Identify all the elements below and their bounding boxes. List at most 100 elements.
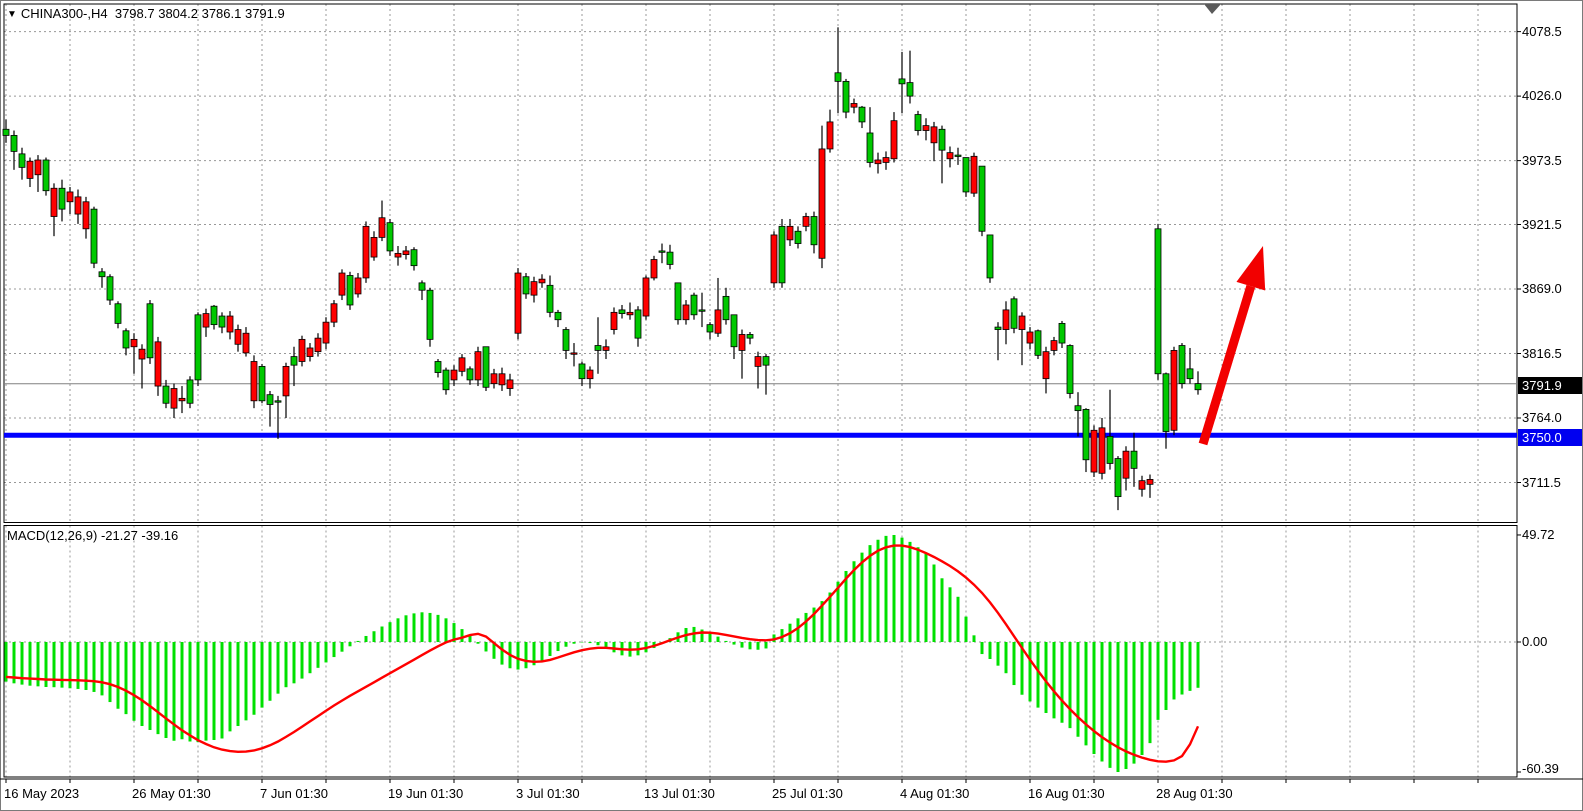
candle-body xyxy=(251,361,257,400)
candle-body xyxy=(915,115,921,131)
candle-body xyxy=(187,380,193,403)
candle-body xyxy=(875,160,881,164)
candle-body xyxy=(1187,369,1193,379)
candle-body xyxy=(891,121,897,159)
candle-body xyxy=(659,251,665,252)
candle-body xyxy=(899,79,905,84)
candle-body xyxy=(427,290,433,339)
candle-body xyxy=(515,273,521,333)
candle-body xyxy=(379,218,385,238)
candle-body xyxy=(1139,481,1145,490)
candle-body xyxy=(1099,428,1105,473)
price-axis-label: 3711.5 xyxy=(1522,475,1561,490)
candle-body xyxy=(835,73,841,82)
candle-body xyxy=(579,364,585,379)
candle-body xyxy=(355,278,361,294)
time-axis-label: 3 Jul 01:30 xyxy=(516,786,580,801)
candle-body xyxy=(363,226,369,278)
candle-body xyxy=(627,312,633,314)
symbol-label: CHINA300-,H4 xyxy=(21,6,108,21)
candle-body xyxy=(531,282,537,296)
candle-body xyxy=(539,279,545,283)
candle-body xyxy=(1131,451,1137,468)
candle-body xyxy=(459,358,465,372)
candle-body xyxy=(475,352,481,380)
candle-body xyxy=(507,380,513,389)
candle-body xyxy=(963,158,969,192)
candle-body xyxy=(291,357,297,366)
candle-body xyxy=(795,231,801,243)
candle-body xyxy=(787,226,793,240)
candle-body xyxy=(99,272,105,277)
candle-body xyxy=(411,250,417,266)
candle-body xyxy=(147,304,153,358)
candle-body xyxy=(1051,341,1057,351)
candle-body xyxy=(563,330,569,351)
candle-body xyxy=(179,398,185,400)
candle-body xyxy=(315,338,321,352)
candle-body xyxy=(1195,384,1201,390)
candle-body xyxy=(451,370,457,380)
chart-canvas[interactable] xyxy=(0,0,1583,811)
candle-body xyxy=(707,325,713,332)
candle-body xyxy=(491,374,497,384)
candle-body xyxy=(107,277,113,300)
candle-body xyxy=(907,83,913,97)
candle-body xyxy=(1027,332,1033,343)
price-axis-label: 4026.0 xyxy=(1522,88,1562,103)
candle-body xyxy=(211,306,217,324)
candle-body xyxy=(611,312,617,329)
candle-body xyxy=(267,395,273,405)
candle-body xyxy=(771,235,777,283)
candle-body xyxy=(243,333,249,353)
time-axis-label: 28 Aug 01:30 xyxy=(1156,786,1233,801)
hline-price-tag: 3750.0 xyxy=(1518,429,1582,446)
time-axis-label: 26 May 01:30 xyxy=(132,786,211,801)
candle-body xyxy=(547,285,553,312)
candle-body xyxy=(387,223,393,251)
candle-body xyxy=(747,334,753,338)
candle-body xyxy=(235,330,241,345)
candle-body xyxy=(1107,436,1113,463)
candle-body xyxy=(643,278,649,316)
candle-body xyxy=(115,304,121,324)
candle-body xyxy=(51,188,57,216)
time-axis-label: 19 Jun 01:30 xyxy=(388,786,463,801)
candle-body xyxy=(283,366,289,395)
candle-body xyxy=(1059,323,1065,343)
candle-body xyxy=(43,160,49,191)
price-axis-label: 3869.0 xyxy=(1522,281,1562,296)
price-axis-label: 3973.5 xyxy=(1522,153,1562,168)
candle-body xyxy=(971,156,977,193)
candle-body xyxy=(27,161,33,178)
candle-body xyxy=(763,357,769,366)
candle-body xyxy=(883,158,889,163)
candle-body xyxy=(19,154,25,168)
candle-body xyxy=(803,217,809,227)
candle-body xyxy=(467,369,473,380)
candle-body xyxy=(571,353,577,354)
candle-body xyxy=(779,226,785,283)
candle-body xyxy=(371,237,377,257)
candle-body xyxy=(1115,459,1121,497)
candle-body xyxy=(219,316,225,327)
candle-body xyxy=(603,347,609,351)
candle-body xyxy=(339,273,345,295)
candle-body xyxy=(667,252,673,264)
candle-body xyxy=(163,386,169,403)
candle-body xyxy=(923,126,929,131)
candle-body xyxy=(1043,352,1049,379)
candle-body xyxy=(1003,310,1009,330)
candle-body xyxy=(683,305,689,320)
candle-body xyxy=(83,202,89,229)
candle-body xyxy=(523,277,529,294)
candle-body xyxy=(1035,331,1041,356)
candle-body xyxy=(987,235,993,278)
time-axis-label: 4 Aug 01:30 xyxy=(900,786,969,801)
candle-body xyxy=(91,209,97,263)
time-axis-label: 25 Jul 01:30 xyxy=(772,786,843,801)
candle-body xyxy=(1083,409,1089,459)
candle-body xyxy=(35,160,41,175)
candle-body xyxy=(195,315,201,380)
candle-body xyxy=(435,361,441,372)
